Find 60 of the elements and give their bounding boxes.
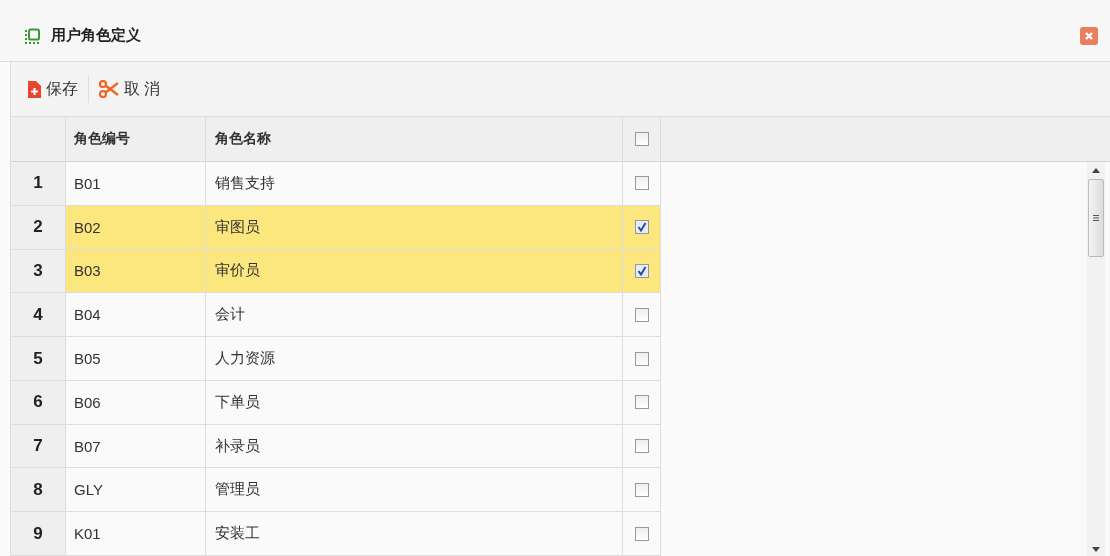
column-header[interactable]: 角色名称 [206, 117, 623, 161]
document-plus-icon[interactable] [27, 80, 41, 98]
table-row[interactable]: 1 B01 销售支持 [11, 162, 661, 206]
row-number: 8 [11, 468, 66, 512]
row-number: 5 [11, 337, 66, 380]
table-cell: B07 [66, 424, 206, 468]
table-cell: B06 [66, 380, 206, 424]
row-checkbox[interactable] [634, 307, 649, 322]
row-checkbox[interactable] [634, 351, 649, 366]
row-checkbox[interactable] [634, 526, 649, 541]
scroll-down-icon[interactable] [1092, 547, 1100, 552]
table-cell: B02 [66, 205, 206, 249]
row-number: 7 [11, 424, 66, 468]
table-row[interactable]: 8 GLY 管理员 [11, 468, 661, 513]
close-icon[interactable] [1084, 30, 1094, 41]
table-cell: K01 [66, 512, 206, 556]
table-row[interactable]: 7 B07 补录员 [11, 424, 661, 469]
row-checkbox[interactable] [634, 263, 649, 278]
scissors-icon[interactable] [99, 80, 119, 98]
table-cell: 销售支持 [206, 162, 623, 205]
row-number: 3 [11, 249, 66, 293]
table-row[interactable]: 3 B03 审价员 [11, 249, 661, 294]
table-cell: 审图员 [206, 205, 623, 249]
select-all-checkbox[interactable] [634, 132, 649, 146]
close-button[interactable] [1080, 26, 1098, 45]
table-cell: 会计 [206, 293, 623, 337]
table-row[interactable]: 6 B06 下单员 [11, 380, 661, 425]
table-cell: 下单员 [206, 380, 623, 424]
table-cell: 管理员 [206, 468, 623, 512]
table-row[interactable]: 2 B02 审图员 [11, 205, 661, 250]
table-cell: B03 [66, 249, 206, 293]
row-number: 1 [11, 162, 66, 205]
row-number: 4 [11, 293, 66, 337]
row-checkbox[interactable] [634, 176, 649, 191]
cancel-button[interactable]: 取 消 [95, 74, 165, 104]
table-cell: 人力资源 [206, 337, 623, 380]
table-cell: 审价员 [206, 249, 623, 293]
scroll-up-icon[interactable] [1092, 168, 1100, 173]
row-checkbox[interactable] [634, 395, 649, 410]
save-button[interactable]: 保存 [23, 74, 82, 104]
table-cell: 安装工 [206, 512, 623, 556]
row-checkbox[interactable] [634, 439, 649, 454]
table-cell: 补录员 [206, 424, 623, 468]
row-number: 9 [11, 512, 66, 556]
table-cell: B05 [66, 337, 206, 380]
row-checkbox[interactable] [634, 482, 649, 497]
row-number: 6 [11, 380, 66, 424]
table-cell: GLY [66, 468, 206, 512]
scrollbar[interactable] [1087, 162, 1105, 556]
row-number: 2 [11, 205, 66, 249]
table-row[interactable]: 5 B05 人力资源 [11, 337, 661, 381]
row-checkbox[interactable] [634, 220, 649, 235]
table-cell: B04 [66, 293, 206, 337]
table-row[interactable]: 9 K01 安装工 [11, 512, 661, 556]
window-title: 用户角色定义 [51, 26, 142, 45]
column-header[interactable]: 角色编号 [66, 117, 206, 161]
table-cell: B01 [66, 162, 206, 205]
window-icon [25, 27, 41, 44]
table-row[interactable]: 4 B04 会计 [11, 293, 661, 338]
scroll-thumb[interactable] [1088, 179, 1104, 257]
